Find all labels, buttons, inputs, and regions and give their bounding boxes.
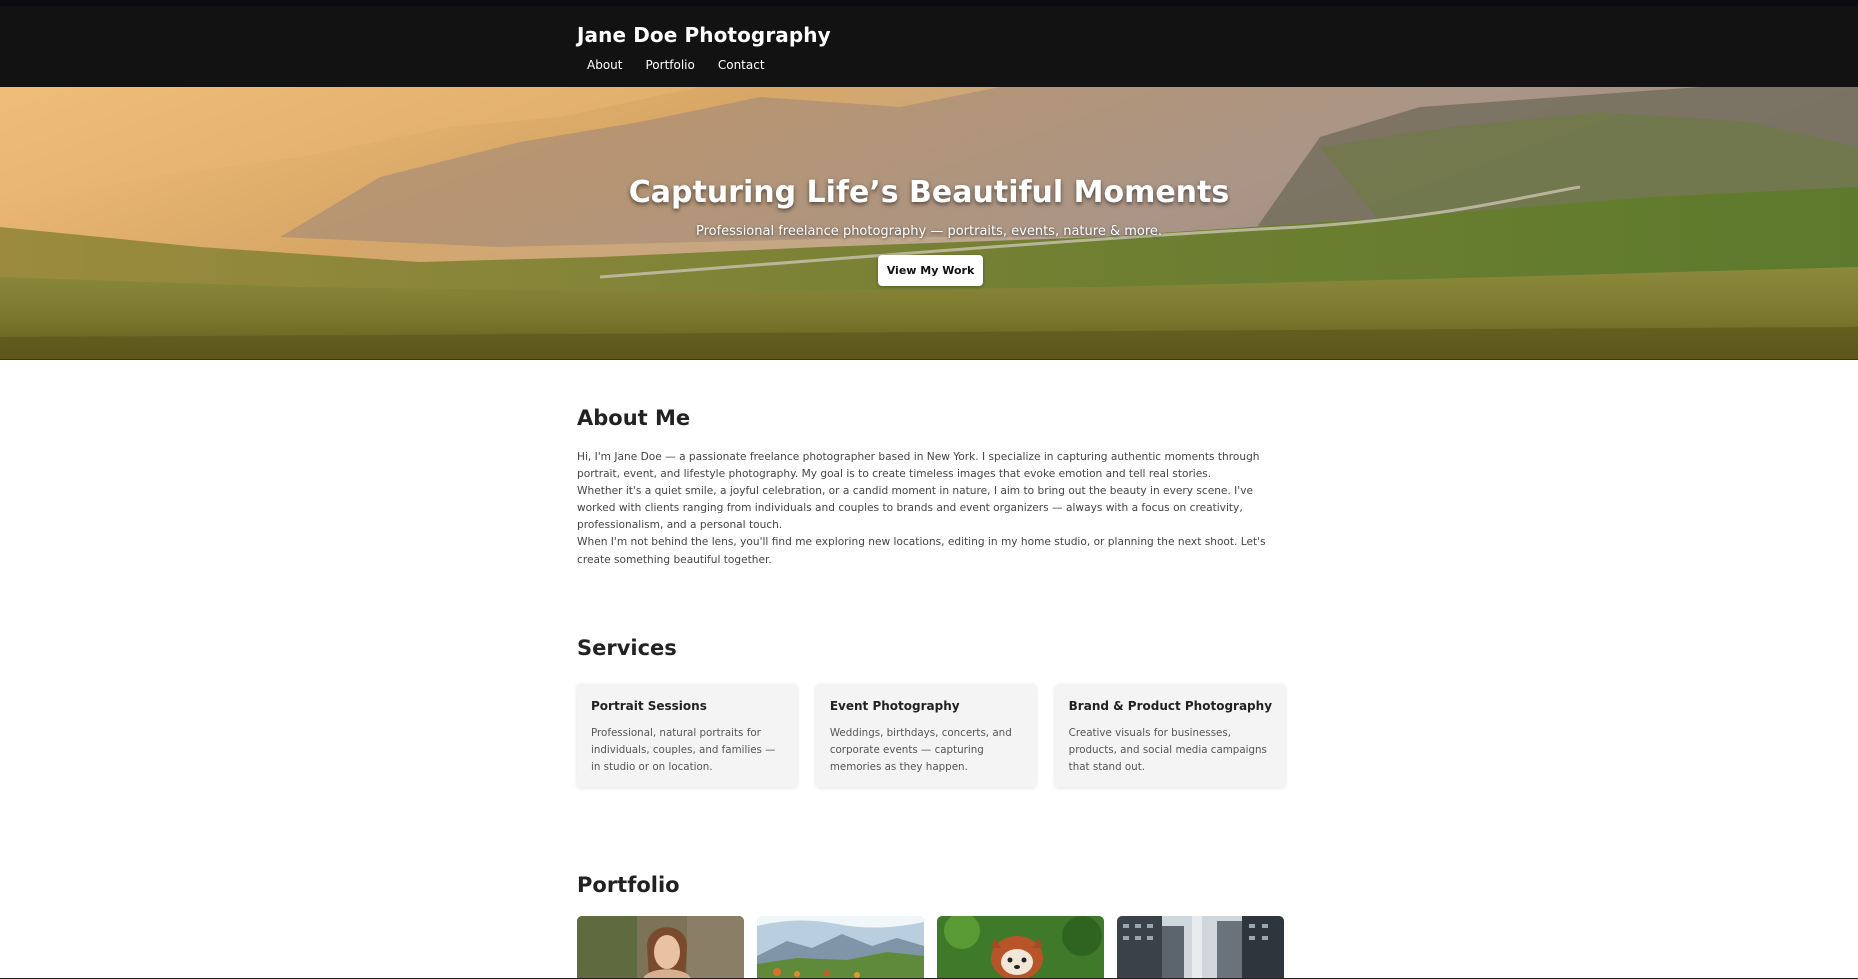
about-paragraph: Whether it's a quiet smile, a joyful cel… bbox=[577, 485, 1254, 532]
hero-subtitle: Professional freelance photography — por… bbox=[695, 224, 1163, 239]
hero-divider bbox=[0, 359, 1858, 360]
nav-link-portfolio[interactable]: Portfolio bbox=[645, 58, 694, 72]
hero-title: Capturing Life’s Beautiful Moments bbox=[628, 175, 1230, 210]
view-my-work-button[interactable]: View My Work bbox=[878, 255, 983, 286]
about-paragraph: Hi, I'm Jane Doe — a passionate freelanc… bbox=[577, 451, 1260, 481]
service-card-title: Brand & Product Photography bbox=[1068, 699, 1273, 713]
service-card-portrait: Portrait Sessions Professional, natural … bbox=[577, 684, 797, 787]
site-header: Jane Doe Photography About Portfolio Con… bbox=[0, 6, 1858, 87]
about-text: Hi, I'm Jane Doe — a passionate freelanc… bbox=[577, 449, 1289, 569]
nav-link-contact[interactable]: Contact bbox=[718, 58, 765, 72]
service-card-description: Weddings, birthdays, concerts, and corpo… bbox=[829, 727, 1012, 774]
portfolio-grid bbox=[577, 916, 1285, 979]
site-title[interactable]: Jane Doe Photography bbox=[577, 23, 831, 47]
city-street-photo[interactable] bbox=[1117, 916, 1284, 979]
mountain-landscape-photo[interactable] bbox=[757, 916, 924, 979]
service-card-event: Event Photography Weddings, birthdays, c… bbox=[815, 684, 1036, 787]
services-heading: Services bbox=[577, 636, 677, 660]
about-paragraph: When I'm not behind the lens, you'll fin… bbox=[577, 536, 1266, 566]
red-panda-photo[interactable] bbox=[937, 916, 1104, 979]
service-card-title: Event Photography bbox=[829, 699, 960, 713]
hero-banner: Capturing Life’s Beautiful Moments Profe… bbox=[0, 87, 1858, 360]
service-card-brand: Brand & Product Photography Creative vis… bbox=[1054, 684, 1286, 787]
about-heading: About Me bbox=[577, 406, 691, 430]
portrait-photo[interactable] bbox=[577, 916, 744, 979]
nav-link-about[interactable]: About bbox=[587, 58, 622, 72]
portfolio-heading: Portfolio bbox=[577, 873, 680, 897]
main-nav: About Portfolio Contact bbox=[587, 58, 788, 72]
service-card-title: Portrait Sessions bbox=[591, 699, 707, 713]
services-cards: Portrait Sessions Professional, natural … bbox=[577, 684, 1286, 787]
service-card-description: Professional, natural portraits for indi… bbox=[591, 727, 776, 774]
service-card-description: Creative visuals for businesses, product… bbox=[1068, 727, 1267, 774]
